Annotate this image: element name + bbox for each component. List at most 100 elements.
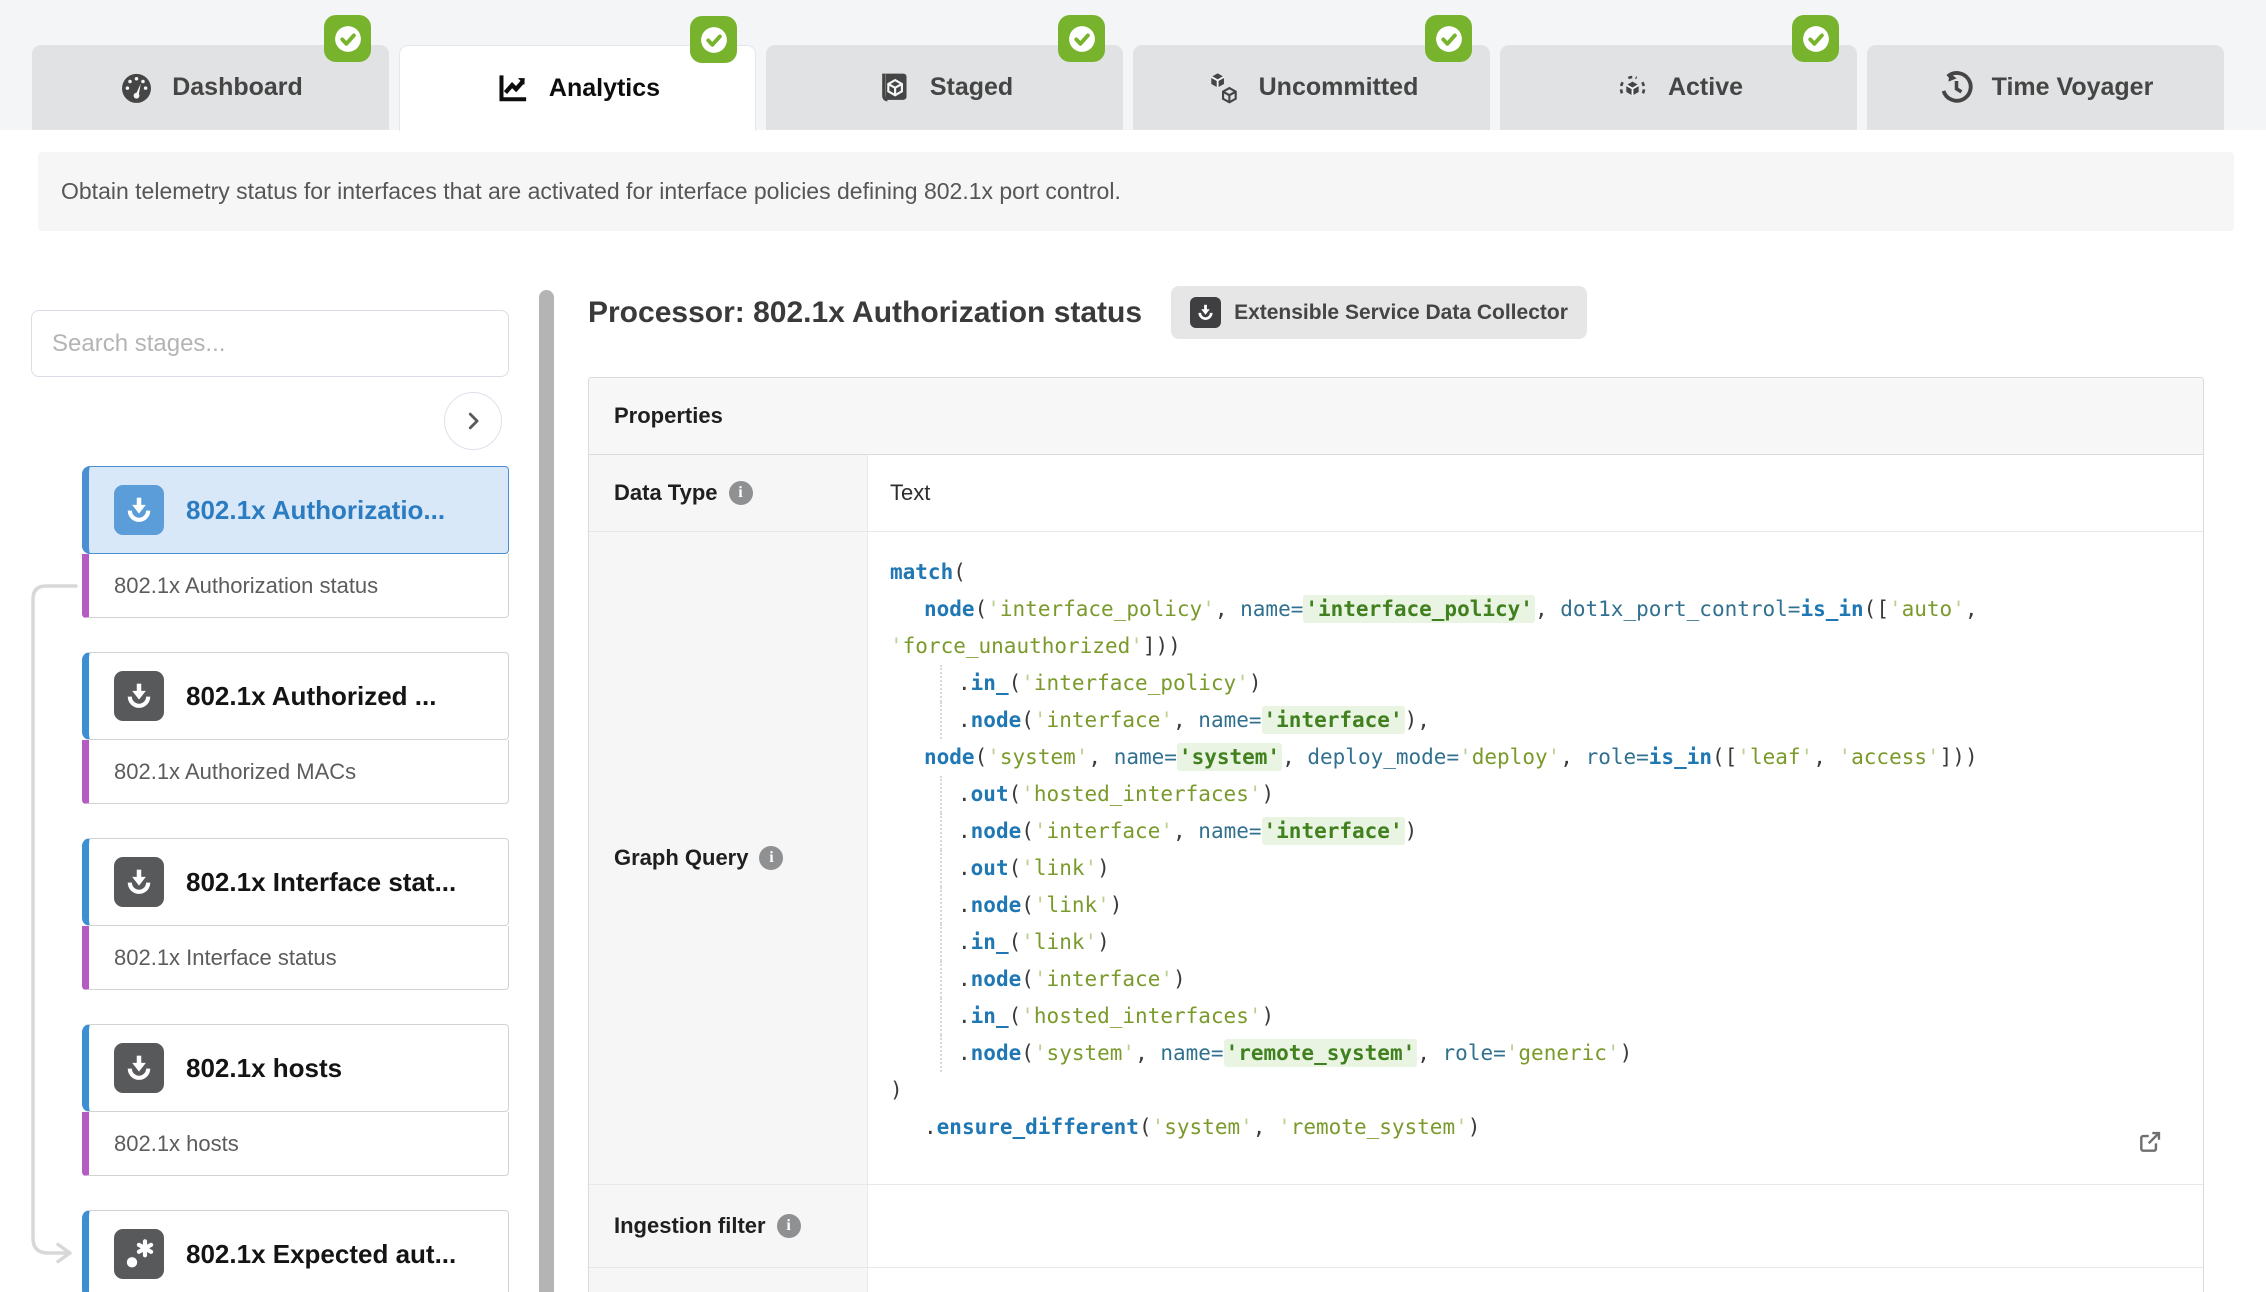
tab-label: Time Voyager <box>1992 73 2154 102</box>
graph-query-code: match(node('interface_policy', name='int… <box>868 532 2203 1184</box>
tab-analytics[interactable]: Analytics <box>399 45 756 131</box>
processor-title: 802.1x hosts <box>186 1053 342 1084</box>
tab-label: Active <box>1668 73 1743 102</box>
tab-active[interactable]: Active <box>1500 45 1857 130</box>
ingestion-filter-label: Ingestion filter <box>614 1213 766 1239</box>
external-link-icon[interactable] <box>2136 1127 2165 1156</box>
synced-check-badge <box>1792 15 1839 62</box>
data-type-label: Data Type <box>614 480 718 506</box>
tab-label: Staged <box>930 73 1013 102</box>
code-line: 'force_unauthorized'])) <box>890 628 2163 665</box>
collapse-sidebar-button[interactable] <box>444 392 502 450</box>
processor-icon <box>114 1229 164 1279</box>
tab-label: Uncommitted <box>1259 73 1419 102</box>
stage-card: 802.1x Interface stat... 802.1x Interface… <box>82 838 509 990</box>
code-line: .in_('hosted_interfaces') <box>890 998 2163 1035</box>
tab-staged[interactable]: Staged <box>766 45 1123 130</box>
processor-title: 802.1x Expected aut... <box>186 1239 456 1270</box>
stage-card: 802.1x Authorized ... 802.1x Authorized M… <box>82 652 509 804</box>
code-line: ) <box>890 1072 2163 1109</box>
property-label-cell <box>589 1268 868 1292</box>
property-value-cell <box>868 1268 2203 1292</box>
collector-icon <box>114 485 164 535</box>
active-icon <box>1614 69 1651 106</box>
stage-card: 802.1x Authorizatio... 802.1x Authorizati… <box>82 466 509 618</box>
main-header: Processor: 802.1x Authorization status E… <box>588 285 1587 340</box>
collector-icon <box>1190 297 1221 328</box>
code-line: .node('interface', name='interface'), <box>890 702 2163 739</box>
processor-item[interactable]: 802.1x Expected aut... <box>82 1210 509 1292</box>
collector-type-badge: Extensible Service Data Collector <box>1171 286 1587 339</box>
code-line: .out('hosted_interfaces') <box>890 776 2163 813</box>
graph-query-label: Graph Query <box>614 845 748 871</box>
collector-icon <box>114 857 164 907</box>
staged-icon <box>876 69 913 106</box>
data-type-value: Text <box>868 455 2203 531</box>
code-block: match(node('interface_policy', name='int… <box>890 554 2163 1146</box>
ingestion-filter-label-cell: Ingestion filter i <box>589 1185 868 1267</box>
code-line: .node('system', name='remote_system', ro… <box>890 1035 2163 1072</box>
synced-check-badge <box>1058 15 1105 62</box>
collector-icon <box>114 671 164 721</box>
data-type-label-cell: Data Type i <box>589 455 868 531</box>
tab-bar: Dashboard Analytics Staged Uncommitted Activ… <box>0 0 2266 130</box>
code-line: match( <box>890 554 2163 591</box>
app-root: Dashboard Analytics Staged Uncommitted Activ… <box>0 0 2266 1292</box>
description-text: Obtain telemetry status for interfaces t… <box>61 178 1121 205</box>
info-icon[interactable]: i <box>777 1214 801 1238</box>
chevron-right-icon <box>462 410 484 432</box>
processor-title: 802.1x Authorizatio... <box>186 495 445 526</box>
processor-item[interactable]: 802.1x Interface stat... <box>82 838 509 926</box>
page-title: Processor: 802.1x Authorization status <box>588 296 1142 330</box>
property-row-data-type: Data Type i Text <box>589 455 2203 532</box>
panel-title: Properties <box>589 378 2203 455</box>
processor-title: 802.1x Interface stat... <box>186 867 456 898</box>
processor-item[interactable]: 802.1x hosts <box>82 1024 509 1112</box>
tab-label: Dashboard <box>172 73 303 102</box>
property-row-ingestion-filter: Ingestion filter i <box>589 1185 2203 1268</box>
graph-query-label-cell: Graph Query i <box>589 532 868 1184</box>
collector-type-label: Extensible Service Data Collector <box>1234 301 1568 325</box>
analytics-icon <box>495 70 532 107</box>
uncommitted-icon <box>1205 69 1242 106</box>
info-icon[interactable]: i <box>759 846 783 870</box>
code-line: .in_('interface_policy') <box>890 665 2163 702</box>
stage-output-item[interactable]: 802.1x Authorization status <box>82 554 509 618</box>
stage-output-item[interactable]: 802.1x Authorized MACs <box>82 740 509 804</box>
code-line: .in_('link') <box>890 924 2163 961</box>
code-line: .node('link') <box>890 887 2163 924</box>
synced-check-badge <box>1425 15 1472 62</box>
code-line: node('interface_policy', name='interface… <box>890 591 2163 628</box>
tab-strip: Dashboard Analytics Staged Uncommitted Activ… <box>32 45 2224 131</box>
stage-list: 802.1x Authorizatio... 802.1x Authorizati… <box>82 466 509 1292</box>
processor-title: 802.1x Authorized ... <box>186 681 436 712</box>
property-row <box>589 1268 2203 1292</box>
code-line: .node('interface', name='interface') <box>890 813 2163 850</box>
description-bar: Obtain telemetry status for interfaces t… <box>38 152 2234 231</box>
info-icon[interactable]: i <box>729 481 753 505</box>
collector-icon <box>114 1043 164 1093</box>
gauge-icon <box>118 69 155 106</box>
tab-dashboard[interactable]: Dashboard <box>32 45 389 130</box>
tab-time-voyager[interactable]: Time Voyager <box>1867 45 2224 130</box>
stage-card: 802.1x hosts 802.1x hosts <box>82 1024 509 1176</box>
sidebar-scrollbar[interactable] <box>539 290 554 1292</box>
code-line: .ensure_different('system', 'remote_syst… <box>890 1109 2163 1146</box>
property-row-graph-query: Graph Query i match(node('interface_poli… <box>589 532 2203 1185</box>
code-line: node('system', name='system', deploy_mod… <box>890 739 2163 776</box>
processor-item[interactable]: 802.1x Authorizatio... <box>82 466 509 554</box>
code-line: .node('interface') <box>890 961 2163 998</box>
code-line: .out('link') <box>890 850 2163 887</box>
synced-check-badge <box>690 16 737 63</box>
stage-card: 802.1x Expected aut... <box>82 1210 509 1292</box>
properties-panel: Properties Data Type i Text Graph Query … <box>588 377 2204 1292</box>
tab-uncommitted[interactable]: Uncommitted <box>1133 45 1490 130</box>
tab-label: Analytics <box>549 74 660 103</box>
stage-output-item[interactable]: 802.1x hosts <box>82 1112 509 1176</box>
history-icon <box>1938 69 1975 106</box>
stage-output-item[interactable]: 802.1x Interface status <box>82 926 509 990</box>
search-input[interactable] <box>31 310 509 377</box>
ingestion-filter-value <box>868 1185 2203 1267</box>
processor-item[interactable]: 802.1x Authorized ... <box>82 652 509 740</box>
synced-check-badge <box>324 15 371 62</box>
